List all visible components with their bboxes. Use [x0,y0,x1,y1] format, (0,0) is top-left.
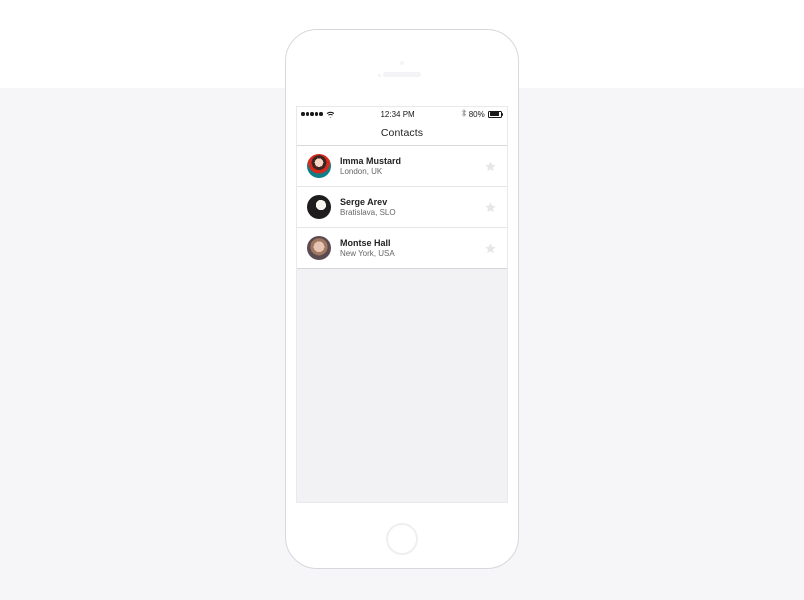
contact-location: London, UK [340,167,475,176]
avatar [307,154,331,178]
contact-row[interactable]: Serge Arev Bratislava, SLO [297,187,507,228]
signal-icon [301,112,323,116]
contact-row[interactable]: Montse Hall New York, USA [297,228,507,269]
star-icon[interactable] [484,242,497,255]
contact-name: Imma Mustard [340,156,475,166]
contact-row[interactable]: Imma Mustard London, UK [297,146,507,187]
avatar [307,195,331,219]
wifi-icon [326,111,335,118]
status-bar: 12:34 PM 80% [297,107,507,121]
star-icon[interactable] [484,201,497,214]
phone-frame: 12:34 PM 80% Contacts Imma Mustard Londo… [285,29,519,569]
empty-area [297,269,507,502]
star-icon[interactable] [484,160,497,173]
page-title: Contacts [381,127,423,139]
avatar [307,236,331,260]
contact-name: Serge Arev [340,197,475,207]
battery-percent: 80% [469,110,485,119]
bluetooth-icon [461,109,466,119]
contacts-list: Imma Mustard London, UK Serge Arev Brati… [297,146,507,269]
home-button[interactable] [386,523,418,555]
screen: 12:34 PM 80% Contacts Imma Mustard Londo… [296,106,508,503]
status-time: 12:34 PM [380,110,414,119]
battery-icon [488,111,503,118]
navbar: Contacts [297,121,507,146]
contact-location: Bratislava, SLO [340,208,475,217]
contact-name: Montse Hall [340,238,475,248]
contact-location: New York, USA [340,249,475,258]
